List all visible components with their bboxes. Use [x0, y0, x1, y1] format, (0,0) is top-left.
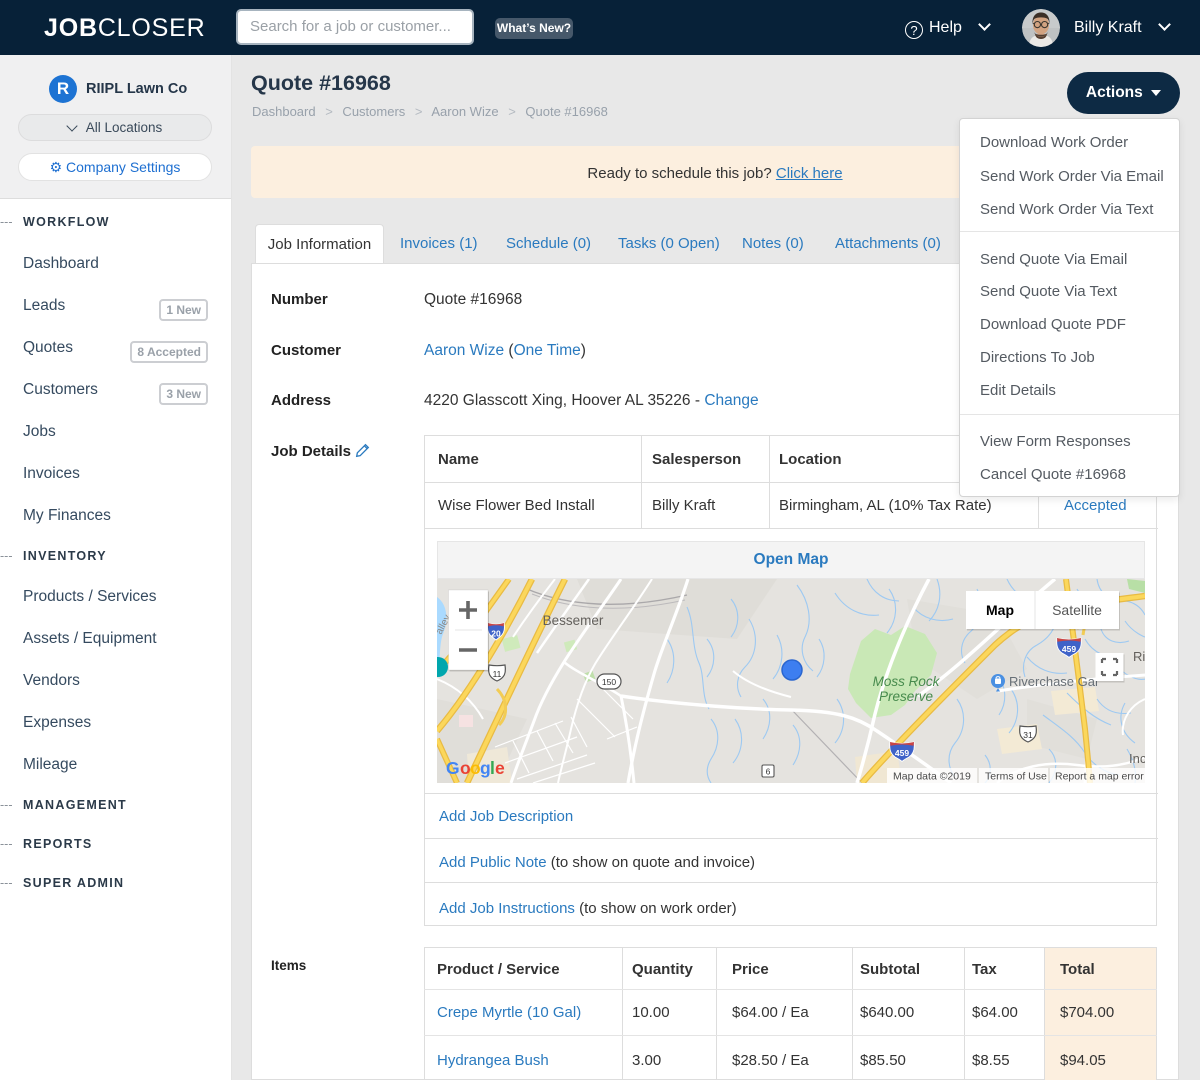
svg-text:Riverchase Gal: Riverchase Gal — [1009, 674, 1098, 689]
svg-text:459: 459 — [895, 748, 909, 758]
svg-text:Terms of Use: Terms of Use — [985, 771, 1047, 783]
svg-text:e: e — [495, 758, 505, 778]
svg-text:Map data ©2019: Map data ©2019 — [893, 771, 971, 783]
svg-text:Report a map error: Report a map error — [1055, 771, 1144, 783]
svg-text:11: 11 — [493, 669, 502, 679]
svg-text:31: 31 — [1023, 730, 1033, 740]
svg-text:6: 6 — [766, 767, 771, 777]
svg-text:150: 150 — [602, 677, 616, 687]
svg-text:Ric: Ric — [1133, 649, 1145, 664]
svg-text:Preserve: Preserve — [879, 689, 933, 704]
svg-text:Map: Map — [986, 602, 1014, 618]
svg-text:G: G — [446, 758, 460, 778]
svg-text:20: 20 — [491, 629, 501, 639]
svg-text:Moss Rock: Moss Rock — [873, 674, 941, 689]
svg-text:459: 459 — [1062, 644, 1076, 654]
svg-text:Inc: Inc — [1129, 751, 1145, 766]
svg-text:Bessemer: Bessemer — [543, 613, 604, 628]
svg-text:Satellite: Satellite — [1052, 602, 1102, 618]
